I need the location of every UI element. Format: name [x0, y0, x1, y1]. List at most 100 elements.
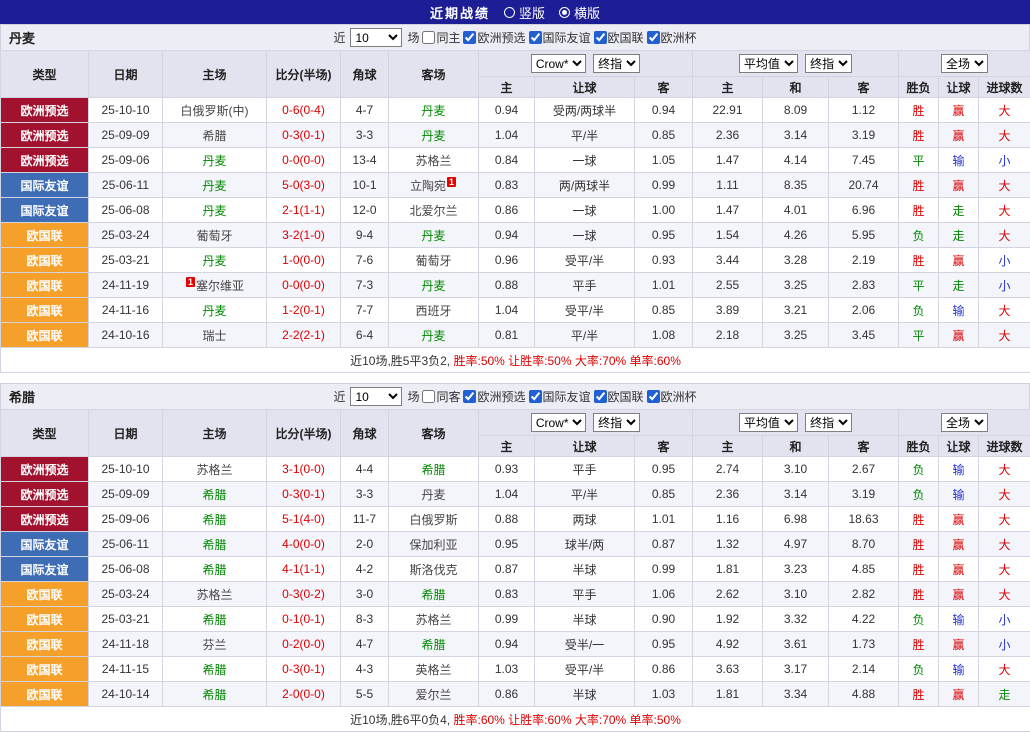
avg-away: 7.45 — [829, 148, 899, 173]
team-name: 丹麦 — [9, 28, 35, 47]
match-type-badge: 欧洲预选 — [1, 123, 89, 148]
avg-draw: 3.21 — [763, 298, 829, 323]
competition-checkbox[interactable] — [463, 390, 476, 403]
col-avg-draw: 和 — [763, 77, 829, 98]
home-team: 丹麦 — [163, 173, 267, 198]
rank-badge: 1 — [447, 177, 456, 187]
team-name-text: 立陶宛 — [410, 179, 446, 193]
avg-source-select[interactable]: 平均值 — [739, 413, 798, 432]
match-score: 0-3(0-2) — [267, 582, 341, 607]
match-score: 2-0(0-0) — [267, 682, 341, 707]
competition-filter[interactable]: 欧洲杯 — [647, 29, 697, 46]
competition-filter[interactable]: 国际友谊 — [529, 29, 591, 46]
result-goals: 大 — [979, 298, 1030, 323]
result-handicap: 赢 — [939, 248, 979, 273]
odds-handicap: 受两/两球半 — [535, 98, 635, 123]
competition-checkbox[interactable] — [463, 31, 476, 44]
away-team: 丹麦 — [389, 123, 479, 148]
match-rows: 欧洲预选25-10-10苏格兰3-1(0-0)4-4希腊0.93平手0.952.… — [1, 457, 1030, 707]
odds-home: 0.87 — [479, 557, 535, 582]
competition-checkbox[interactable] — [594, 31, 607, 44]
competition-filter[interactable]: 欧国联 — [594, 388, 644, 405]
same-venue-checkbox[interactable] — [422, 31, 435, 44]
result-outcome: 平 — [899, 148, 939, 173]
team-name-text: 希腊 — [202, 129, 226, 143]
team-name-text: 西班牙 — [415, 304, 451, 318]
competition-checkbox[interactable] — [529, 390, 542, 403]
match-score: 4-1(1-1) — [267, 557, 341, 582]
result-goals: 大 — [979, 173, 1030, 198]
home-team: 丹麦 — [163, 298, 267, 323]
competition-filter[interactable]: 国际友谊 — [529, 388, 591, 405]
match-row: 国际友谊25-06-11丹麦5-0(3-0)10-1立陶宛10.83两/两球半0… — [1, 173, 1030, 198]
same-venue-filter[interactable]: 同主 — [422, 29, 460, 46]
col-odds-home: 主 — [479, 436, 535, 457]
competition-filter[interactable]: 欧国联 — [594, 29, 644, 46]
scope-select[interactable]: 全场 — [941, 54, 988, 73]
result-handicap: 赢 — [939, 507, 979, 532]
view-option-horizontal[interactable]: 横版 — [559, 3, 600, 22]
recent-count-select[interactable]: 10 — [350, 28, 402, 47]
competition-checkbox[interactable] — [647, 390, 660, 403]
result-goals: 大 — [979, 457, 1030, 482]
competition-filter[interactable]: 欧洲预选 — [463, 29, 525, 46]
competition-filter[interactable]: 欧洲预选 — [463, 388, 525, 405]
result-outcome: 负 — [899, 298, 939, 323]
odds-away: 0.95 — [635, 223, 693, 248]
avg-final-select[interactable]: 终指 — [805, 54, 852, 73]
same-venue-filter[interactable]: 同客 — [422, 388, 460, 405]
radio-horizontal-icon — [559, 7, 570, 18]
home-team: 希腊 — [163, 482, 267, 507]
recent-label: 近 — [333, 388, 345, 405]
odds-away: 0.93 — [635, 248, 693, 273]
result-goals: 大 — [979, 557, 1030, 582]
avg-draw: 3.32 — [763, 607, 829, 632]
odds-away: 1.00 — [635, 198, 693, 223]
match-type-badge: 欧国联 — [1, 248, 89, 273]
home-team: 1塞尔维亚 — [163, 273, 267, 298]
col-avg-away: 客 — [829, 436, 899, 457]
odds-source-select[interactable]: Crow* — [531, 54, 586, 73]
competition-checkbox[interactable] — [647, 31, 660, 44]
odds-handicap: 平手 — [535, 582, 635, 607]
result-outcome: 胜 — [899, 198, 939, 223]
away-team: 希腊 — [389, 457, 479, 482]
team-name-text: 希腊 — [421, 463, 445, 477]
match-type-badge: 欧国联 — [1, 632, 89, 657]
result-goals: 小 — [979, 273, 1030, 298]
same-venue-checkbox[interactable] — [422, 390, 435, 403]
competition-label: 欧洲杯 — [661, 29, 697, 46]
odds-final-select[interactable]: 终指 — [593, 54, 640, 73]
home-team: 丹麦 — [163, 198, 267, 223]
col-avg-home: 主 — [693, 436, 763, 457]
odds-final-select[interactable]: 终指 — [593, 413, 640, 432]
scope-select[interactable]: 全场 — [941, 413, 988, 432]
avg-away: 4.88 — [829, 682, 899, 707]
competition-checkbox[interactable] — [594, 390, 607, 403]
team-name-text: 丹麦 — [202, 204, 226, 218]
competition-filter[interactable]: 欧洲杯 — [647, 388, 697, 405]
summary-stats: 胜率:50% 让胜率:50% 大率:70% 单率:60% — [453, 354, 680, 368]
away-team: 丹麦 — [389, 323, 479, 348]
match-date: 24-11-15 — [89, 657, 163, 682]
away-team: 希腊 — [389, 632, 479, 657]
avg-final-select[interactable]: 终指 — [805, 413, 852, 432]
odds-handicap: 球半/两 — [535, 532, 635, 557]
team-name-text: 苏格兰 — [196, 588, 232, 602]
competition-checkbox[interactable] — [529, 31, 542, 44]
odds-source-select[interactable]: Crow* — [531, 413, 586, 432]
away-team: 斯洛伐克 — [389, 557, 479, 582]
odds-away: 0.95 — [635, 632, 693, 657]
col-corners: 角球 — [341, 410, 389, 457]
team-name-text: 丹麦 — [421, 129, 445, 143]
odds-away: 0.85 — [635, 123, 693, 148]
odds-handicap: 平/半 — [535, 323, 635, 348]
results-table: 类型 日期 主场 比分(半场) 角球 客场 Crow* 终指 平均值 终指 — [0, 409, 1030, 732]
recent-label: 近 — [333, 29, 345, 46]
odds-home: 0.94 — [479, 632, 535, 657]
view-option-vertical[interactable]: 竖版 — [504, 3, 545, 22]
avg-source-select[interactable]: 平均值 — [739, 54, 798, 73]
corners: 3-0 — [341, 582, 389, 607]
recent-count-select[interactable]: 10 — [350, 387, 402, 406]
odds-handicap: 一球 — [535, 198, 635, 223]
